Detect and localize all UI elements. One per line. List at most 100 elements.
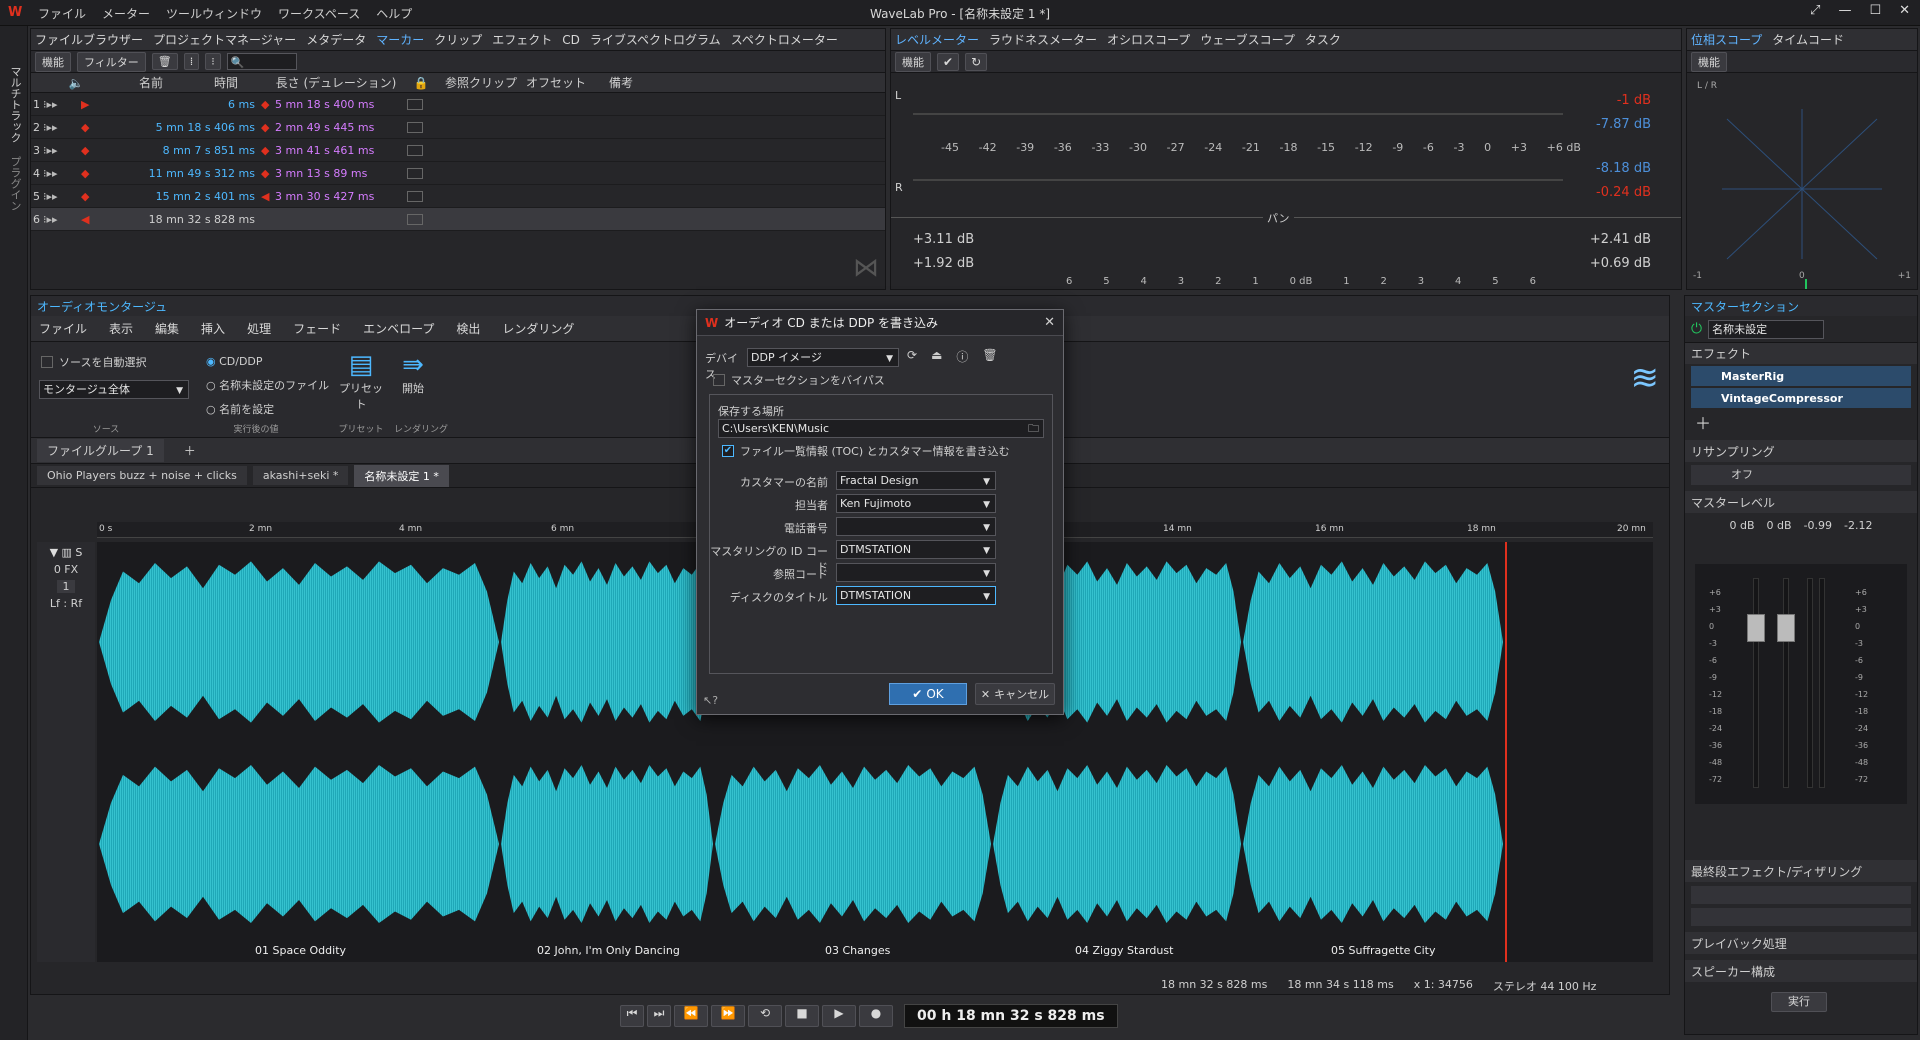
device-select[interactable]: DDP イメージ — [747, 348, 899, 368]
clip-wave-lower[interactable] — [993, 746, 1241, 942]
final-effects-header[interactable]: 最終段エフェクト/ディザリング — [1685, 860, 1917, 882]
tab-wavescope[interactable]: ウェーブスコープ — [1200, 31, 1295, 48]
col-ref-clip[interactable]: 参照クリップ — [441, 74, 521, 91]
close-icon[interactable]: ✕ — [1899, 3, 1910, 18]
clip-wave-lower[interactable] — [1243, 746, 1503, 942]
preset-button[interactable]: ▤ プリセット — [336, 350, 386, 412]
cancel-button[interactable]: ✕ キャンセル — [975, 683, 1055, 705]
resampling-select[interactable]: オフ — [1691, 465, 1911, 485]
add-group-icon[interactable]: ＋ — [184, 442, 196, 459]
marker-search-input[interactable]: 🔍 — [226, 53, 297, 70]
table-row[interactable]: 2 ⁝▸▸ ◆ 5 mn 18 s 406 ms ◆ 2 mn 49 s 445 ms — [31, 116, 885, 139]
tab-montage-view[interactable]: 表示 — [109, 320, 133, 337]
tab-montage-fade[interactable]: フェード — [293, 320, 341, 337]
tab-project-manager[interactable]: プロジェクトマネージャー — [153, 31, 296, 48]
plugin-slot-masterrig[interactable]: MasterRig — [1691, 366, 1911, 386]
tab-montage-edit[interactable]: 編集 — [155, 320, 179, 337]
tab-task[interactable]: タスク — [1305, 31, 1341, 48]
tab-file-browser[interactable]: ファイルブラウザー — [35, 31, 143, 48]
clip-wave-lower[interactable] — [715, 746, 991, 942]
go-end-icon[interactable]: ⏭ — [647, 1005, 671, 1027]
table-row[interactable]: 6 ⁝▸▸ ◀ 18 mn 32 s 828 ms — [31, 208, 885, 231]
marker-region-icon[interactable]: ⁝ — [205, 53, 221, 70]
final-effect-slot-1[interactable] — [1691, 886, 1911, 904]
dock-tab-plugins[interactable]: プラグイン — [7, 156, 23, 211]
record-icon[interactable]: ● — [859, 1005, 893, 1027]
check-icon[interactable]: ✔ — [937, 52, 960, 71]
option-cd-ddp[interactable]: ◉ CD/DDP — [206, 350, 329, 374]
tab-montage-render[interactable]: レンダリング — [502, 320, 574, 337]
doc-tab-akashi[interactable]: akashi+seki * — [252, 466, 349, 485]
option-set-name[interactable]: ○ 名前を設定 — [206, 398, 329, 422]
table-row[interactable]: 4 ⁝▸▸ ◆ 11 mn 49 s 312 ms ◆ 3 mn 13 s 89 ms — [31, 162, 885, 185]
eject-icon[interactable]: ⏏ — [931, 348, 942, 365]
clip-wave-upper[interactable] — [99, 542, 499, 742]
help-icon[interactable]: ↖? — [703, 694, 718, 707]
dialog-close-icon[interactable]: ✕ — [1044, 315, 1055, 330]
power-icon[interactable]: ⏻ — [1691, 321, 1702, 337]
folder-icon[interactable]: 🗀 — [1028, 420, 1039, 437]
go-start-icon[interactable]: ⏮ — [620, 1005, 644, 1027]
master-preset-field[interactable]: 名称未設定 — [1708, 319, 1825, 339]
clip-name[interactable]: 03 Changes — [825, 944, 890, 957]
transport-time-display[interactable]: 00 h 18 mn 32 s 828 ms — [904, 1004, 1118, 1028]
auto-select-checkbox[interactable] — [41, 356, 53, 368]
add-plugin-icon[interactable]: ＋ — [1685, 410, 1917, 434]
stop-icon[interactable]: ■ — [785, 1005, 819, 1027]
doc-tab-ohio[interactable]: Ohio Players buzz + noise + clicks — [37, 466, 247, 485]
clip-name[interactable]: 04 Ziggy Stardust — [1075, 944, 1173, 957]
clip-name[interactable]: 05 Suffragette City — [1331, 944, 1436, 957]
mastering-id-field[interactable]: DTMSTATION — [836, 540, 996, 560]
clip-name[interactable]: 01 Space Oddity — [255, 944, 346, 957]
dock-tab-multitrack[interactable]: マルチトラック — [7, 66, 23, 143]
contact-field[interactable]: Ken Fujimoto — [836, 494, 996, 514]
minimize-icon[interactable]: — — [1838, 3, 1851, 18]
tab-spectrometer[interactable]: スペクトロメーター — [731, 31, 838, 48]
track-controls[interactable]: ▼ ▥ S — [37, 546, 95, 559]
run-button[interactable]: 実行 — [1771, 992, 1827, 1012]
fader-knob-r[interactable] — [1777, 614, 1795, 642]
tab-cd[interactable]: CD — [562, 33, 580, 47]
plugin-slot-vintagecompressor[interactable]: VintageCompressor — [1691, 388, 1911, 408]
playhead-cursor[interactable] — [1505, 542, 1507, 962]
table-row[interactable]: 3 ⁝▸▸ ◆ 8 mn 7 s 851 ms ◆ 3 mn 41 s 461 ms — [31, 139, 885, 162]
reference-code-field[interactable] — [836, 563, 996, 583]
col-length[interactable]: 長さ (デュレーション) — [271, 74, 401, 91]
source-select[interactable]: モンタージュ全体 — [39, 380, 189, 400]
col-time[interactable]: 時間 — [181, 74, 271, 91]
col-notes[interactable]: 備考 — [591, 74, 651, 91]
clip-wave-lower[interactable] — [99, 746, 499, 942]
customer-name-field[interactable]: Fractal Design — [836, 471, 996, 491]
erase-icon[interactable]: 🗑 — [982, 348, 997, 365]
bypass-checkbox[interactable] — [713, 374, 725, 386]
tab-level-meter[interactable]: レベルメーター — [895, 31, 979, 48]
info-icon[interactable]: ⓘ — [956, 348, 968, 365]
rewind-icon[interactable]: ⏪ — [674, 1005, 708, 1027]
delete-icon[interactable]: 🗑 — [151, 53, 178, 70]
save-location-input[interactable]: C:\Users\KEN\Music 🗀 — [718, 419, 1044, 438]
refresh-icon[interactable]: ⟳ — [907, 348, 917, 365]
loop-icon[interactable]: ⟲ — [748, 1005, 782, 1027]
function-button[interactable]: 機能 — [35, 51, 71, 72]
reset-icon[interactable]: ↻ — [965, 52, 988, 71]
tab-phase-scope[interactable]: 位相スコープ — [1691, 31, 1762, 48]
phase-function-button[interactable]: 機能 — [1691, 51, 1727, 72]
option-untitled-file[interactable]: ○ 名称未設定のファイル — [206, 374, 329, 398]
tab-loudness-meter[interactable]: ラウドネスメーター — [989, 31, 1097, 48]
fader-track-r[interactable] — [1783, 578, 1789, 788]
start-render-button[interactable]: ⇛ 開始 — [393, 350, 433, 396]
maximize-icon[interactable]: ☐ — [1869, 3, 1881, 18]
col-offset[interactable]: オフセット — [521, 74, 591, 91]
table-row[interactable]: 5 ⁝▸▸ ◆ 15 mn 2 s 401 ms ◀ 3 mn 30 s 427 ms — [31, 185, 885, 208]
meter-function-button[interactable]: 機能 — [895, 51, 931, 72]
tab-montage-detect[interactable]: 検出 — [456, 320, 480, 337]
tab-montage-file[interactable]: ファイル — [39, 320, 87, 337]
final-effect-slot-2[interactable] — [1691, 908, 1911, 926]
fast-forward-icon[interactable]: ⏩ — [711, 1005, 745, 1027]
tab-clips[interactable]: クリップ — [434, 31, 482, 48]
tab-montage-envelope[interactable]: エンベロープ — [363, 320, 434, 337]
doc-tab-untitled[interactable]: 名称未設定 1 * — [354, 464, 449, 487]
clip-wave-upper[interactable] — [501, 542, 713, 742]
speaker-header[interactable]: スピーカー構成 — [1685, 960, 1917, 982]
fader-knob-l[interactable] — [1747, 614, 1765, 642]
